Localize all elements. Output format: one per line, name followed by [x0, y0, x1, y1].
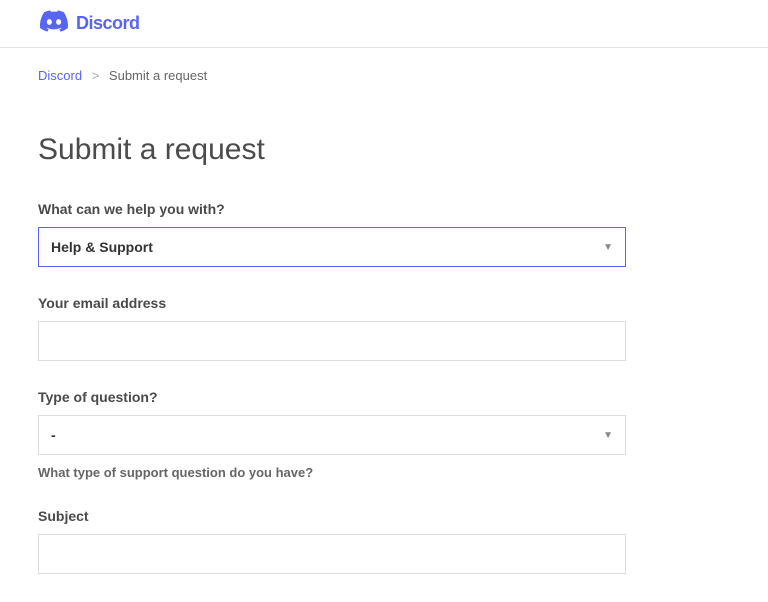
help-with-label: What can we help you with? — [38, 201, 730, 217]
header: Discord — [0, 0, 768, 47]
form-group-subject: Subject — [38, 508, 730, 574]
chevron-down-icon: ▼ — [603, 242, 613, 253]
breadcrumb-separator: > — [92, 68, 100, 83]
question-type-hint: What type of support question do you hav… — [38, 465, 730, 480]
breadcrumb-current: Submit a request — [109, 68, 207, 83]
chevron-down-icon: ▼ — [603, 430, 613, 441]
form-group-email: Your email address — [38, 295, 730, 361]
breadcrumb: Discord > Submit a request — [38, 68, 730, 83]
question-type-value: - — [51, 427, 56, 443]
content: Discord > Submit a request Submit a requ… — [0, 48, 768, 574]
discord-icon — [40, 10, 68, 37]
email-label: Your email address — [38, 295, 730, 311]
email-field[interactable] — [38, 321, 626, 361]
help-with-value: Help & Support — [51, 239, 153, 255]
subject-field[interactable] — [38, 534, 626, 574]
page-title: Submit a request — [38, 133, 730, 167]
brand-text: Discord — [76, 13, 140, 34]
question-type-label: Type of question? — [38, 389, 730, 405]
help-with-select[interactable]: Help & Support ▼ — [38, 227, 626, 267]
discord-logo-link[interactable]: Discord — [40, 10, 140, 37]
question-type-select[interactable]: - ▼ — [38, 415, 626, 455]
subject-label: Subject — [38, 508, 730, 524]
form-group-question-type: Type of question? - ▼ What type of suppo… — [38, 389, 730, 480]
form-group-help-with: What can we help you with? Help & Suppor… — [38, 201, 730, 267]
breadcrumb-root-link[interactable]: Discord — [38, 68, 82, 83]
